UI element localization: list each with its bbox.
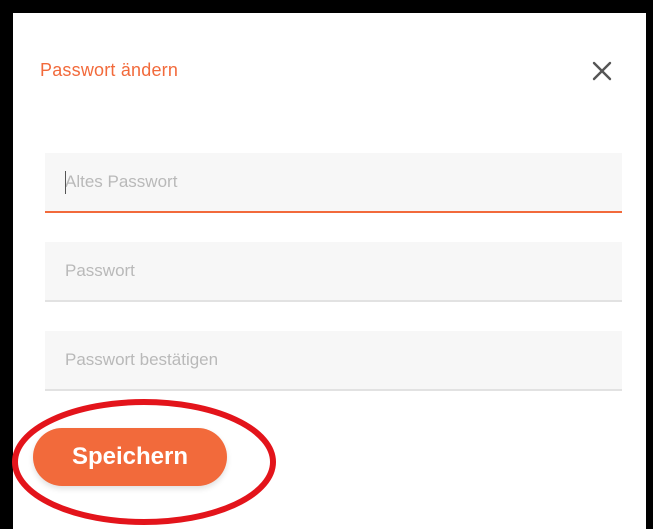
frame-border-right bbox=[646, 0, 653, 529]
new-password-field bbox=[45, 242, 622, 302]
dialog-title: Passwort ändern bbox=[40, 60, 179, 80]
close-button[interactable] bbox=[587, 56, 617, 86]
old-password-input[interactable] bbox=[45, 153, 622, 211]
confirm-password-input[interactable] bbox=[45, 331, 622, 389]
confirm-password-field bbox=[45, 331, 622, 391]
frame-border-left bbox=[0, 0, 13, 529]
old-password-field bbox=[45, 153, 622, 213]
save-button[interactable]: Speichern bbox=[33, 428, 227, 486]
frame-border-top bbox=[0, 0, 653, 13]
close-icon bbox=[592, 61, 612, 81]
text-cursor bbox=[65, 171, 66, 194]
screen: Passwort ändern Speichern bbox=[0, 0, 653, 529]
new-password-input[interactable] bbox=[45, 242, 622, 300]
